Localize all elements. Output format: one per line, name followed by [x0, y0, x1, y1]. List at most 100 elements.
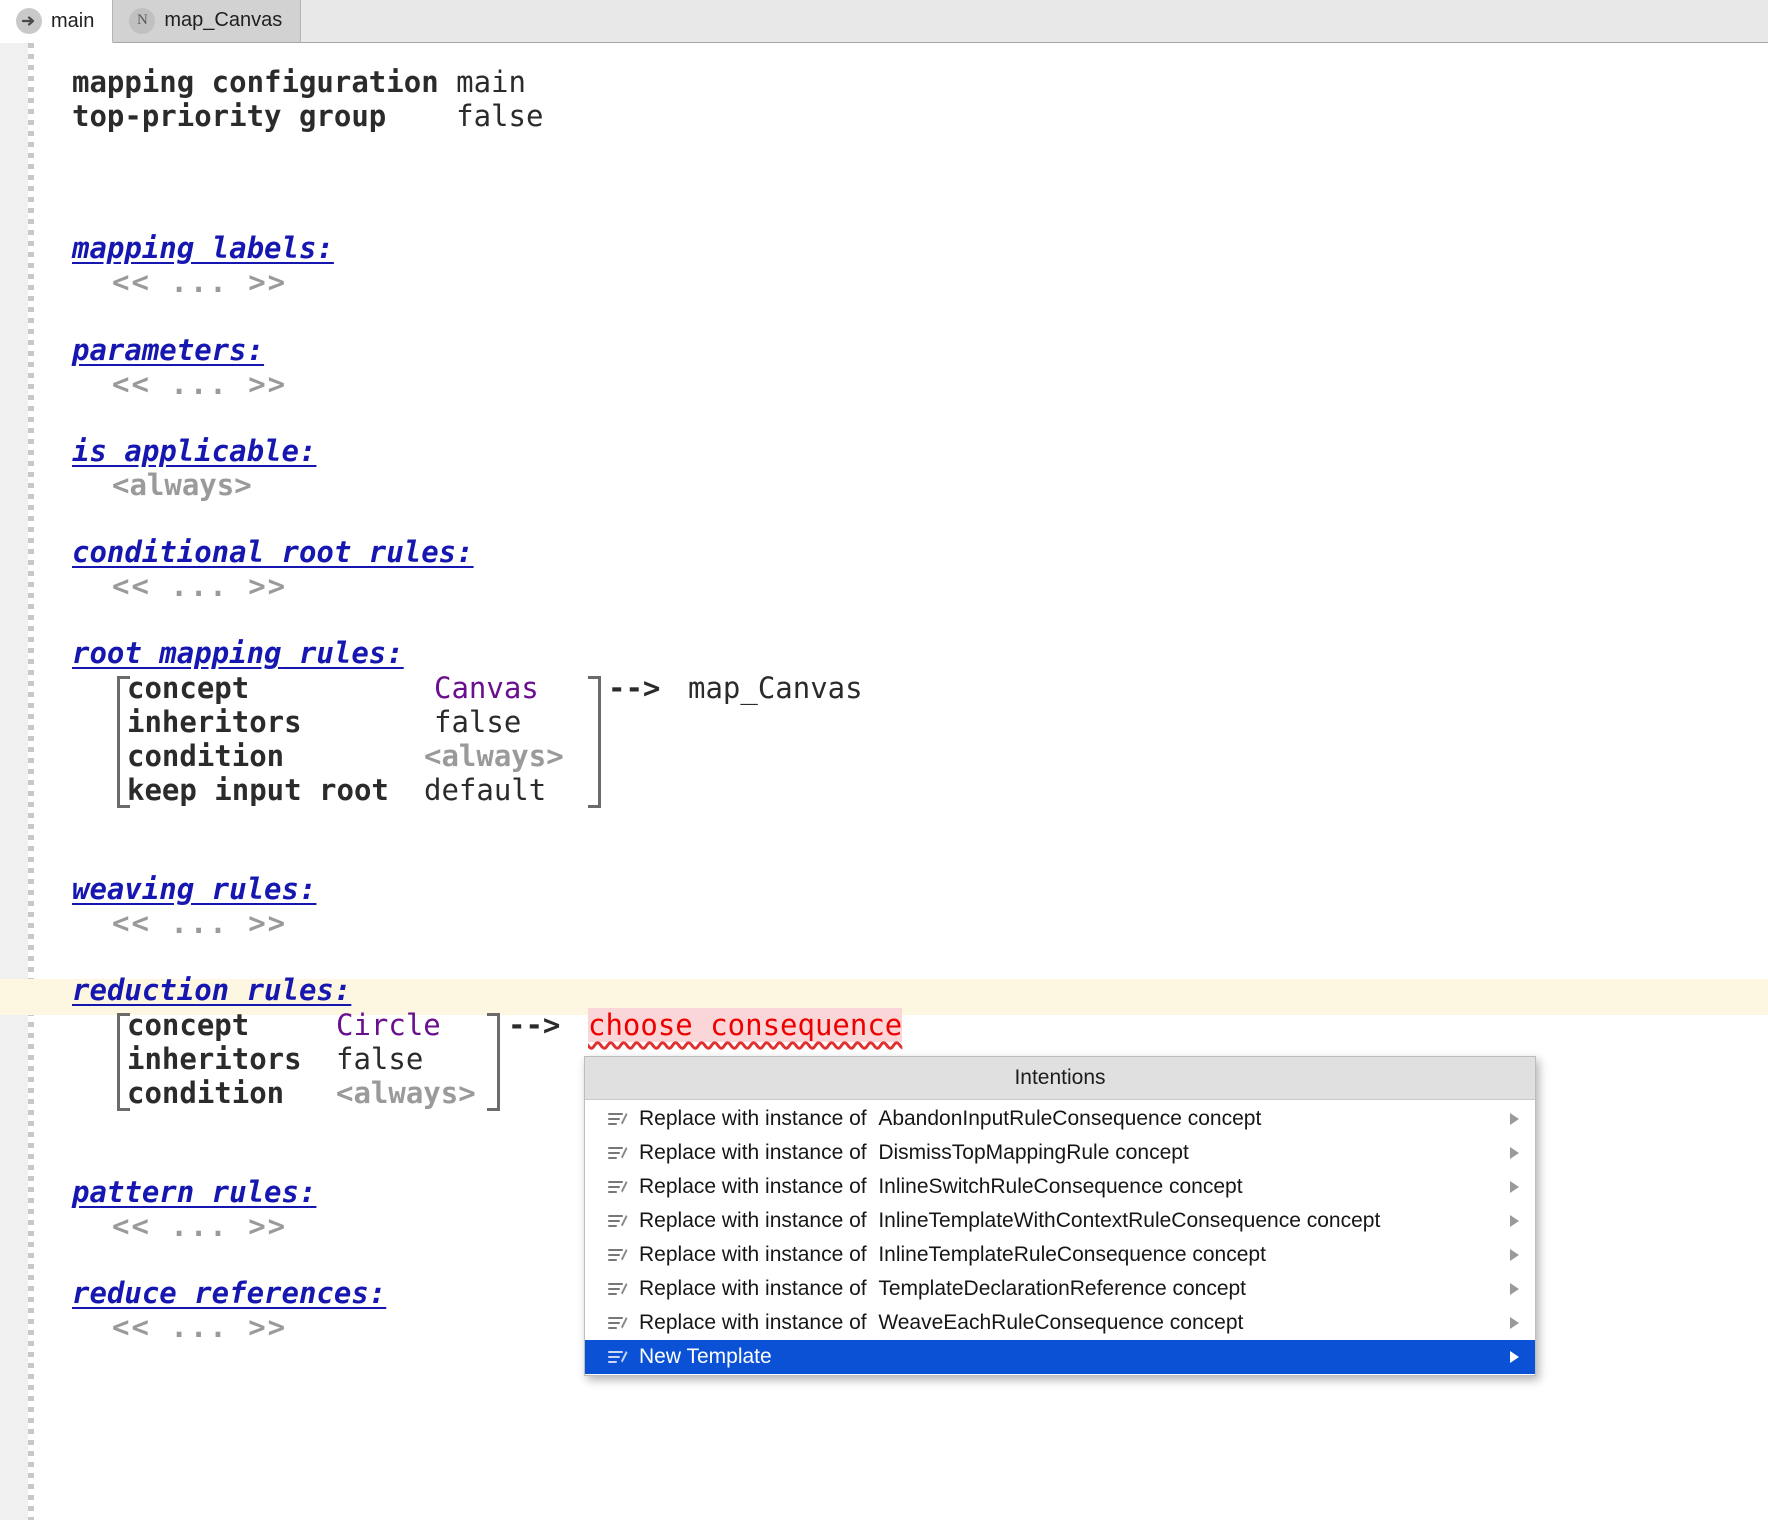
parameters-placeholder[interactable]: << ... >> — [112, 367, 287, 401]
intentions-menu-item-name: InlineTemplateRuleConsequence concept — [878, 1243, 1266, 1266]
intentions-menu-item-prefix: Replace with instance of — [639, 1243, 867, 1266]
root-rule-inheritors-key: inheritors — [127, 705, 302, 739]
root-rule-keep-input-root-key: keep input root — [127, 773, 389, 807]
intentions-popup[interactable]: Intentions Replace with instance of Aban… — [584, 1056, 1536, 1376]
intention-bulb-icon — [607, 1279, 628, 1300]
intentions-menu-item-label: Replace with instance of InlineTemplateR… — [639, 1243, 1494, 1267]
top-priority-group-value[interactable]: false — [456, 99, 543, 133]
intention-bulb-icon — [607, 1245, 628, 1266]
line-top-priority-group: top-priority group false — [72, 99, 543, 133]
section-parameters[interactable]: parameters: — [72, 333, 264, 367]
reduction-rule-condition-row: condition — [127, 1076, 284, 1110]
submenu-chevron-right-icon[interactable] — [1505, 1313, 1525, 1333]
intentions-menu-item-label: Replace with instance of AbandonInputRul… — [639, 1107, 1494, 1131]
root-rule-keep-input-root-row: keep input root — [127, 773, 389, 807]
submenu-chevron-right-icon[interactable] — [1505, 1279, 1525, 1299]
intention-bulb-icon — [607, 1313, 628, 1334]
reduction-rule-concept-key: concept — [127, 1008, 249, 1042]
root-rule-arrow: --> — [608, 671, 660, 705]
submenu-chevron-right-icon[interactable] — [1505, 1177, 1525, 1197]
reduction-rule-concept-value[interactable]: Circle — [336, 1008, 441, 1042]
intentions-menu-item[interactable]: Replace with instance of DismissTopMappi… — [585, 1136, 1535, 1170]
root-rule-condition-key: condition — [127, 739, 284, 773]
submenu-chevron-right-icon[interactable] — [1505, 1347, 1525, 1367]
intentions-popup-title: Intentions — [585, 1057, 1535, 1100]
intentions-menu-item-prefix: Replace with instance of — [639, 1277, 867, 1300]
reduction-rule-right-bracket — [487, 1013, 500, 1111]
root-rule-condition-row: condition — [127, 739, 284, 773]
intentions-menu-item-label: Replace with instance of WeaveEachRuleCo… — [639, 1311, 1494, 1335]
editor-tab-bar: main N map_Canvas — [0, 0, 1768, 43]
is-applicable-value[interactable]: <always> — [112, 468, 252, 502]
conditional-root-rules-placeholder[interactable]: << ... >> — [112, 569, 287, 603]
section-conditional-root-rules[interactable]: conditional root rules: — [72, 535, 474, 569]
reduction-rule-condition-value[interactable]: <always> — [336, 1076, 476, 1110]
arrow-right-circle-icon — [16, 8, 42, 34]
intentions-menu-item[interactable]: Replace with instance of TemplateDeclara… — [585, 1272, 1535, 1306]
tab-main[interactable]: main — [0, 0, 113, 43]
top-priority-group-key: top-priority group — [72, 99, 386, 133]
intentions-menu-item-label: New Template — [639, 1345, 1494, 1369]
tab-bar-filler — [301, 0, 1768, 42]
section-root-mapping-rules[interactable]: root mapping rules: — [72, 636, 404, 670]
intentions-menu-item[interactable]: Replace with instance of AbandonInputRul… — [585, 1102, 1535, 1136]
section-pattern-rules[interactable]: pattern rules: — [72, 1175, 316, 1209]
intention-bulb-icon — [607, 1177, 628, 1198]
root-rule-concept-row: concept — [127, 671, 249, 705]
submenu-chevron-right-icon[interactable] — [1505, 1109, 1525, 1129]
intentions-menu-item-name: DismissTopMappingRule concept — [878, 1141, 1188, 1164]
intentions-menu-item-prefix: Replace with instance of — [639, 1311, 867, 1334]
section-mapping-labels[interactable]: mapping labels: — [72, 231, 334, 265]
intentions-menu-item-name: InlineTemplateWithContextRuleConsequence… — [878, 1209, 1380, 1232]
intentions-menu-item-label: Replace with instance of InlineSwitchRul… — [639, 1175, 1494, 1199]
intentions-menu-item[interactable]: Replace with instance of WeaveEachRuleCo… — [585, 1306, 1535, 1340]
submenu-chevron-right-icon[interactable] — [1505, 1143, 1525, 1163]
section-is-applicable[interactable]: is applicable: — [72, 434, 316, 468]
reduction-rule-condition-key: condition — [127, 1076, 284, 1110]
reduce-references-placeholder[interactable]: << ... >> — [112, 1310, 287, 1344]
submenu-chevron-right-icon[interactable] — [1505, 1211, 1525, 1231]
intentions-menu-item-label: Replace with instance of TemplateDeclara… — [639, 1277, 1494, 1301]
reduction-rule-inheritors-key: inheritors — [127, 1042, 302, 1076]
intentions-menu-item-prefix: Replace with instance of — [639, 1107, 867, 1130]
root-rule-right-bracket — [588, 676, 601, 808]
mapping-labels-placeholder[interactable]: << ... >> — [112, 265, 287, 299]
intention-bulb-icon — [607, 1143, 628, 1164]
reduction-rule-inheritors-value[interactable]: false — [336, 1042, 423, 1076]
intentions-menu-item-name: TemplateDeclarationReference concept — [878, 1277, 1246, 1300]
root-rule-keep-input-root-value[interactable]: default — [424, 773, 546, 807]
submenu-chevron-right-icon[interactable] — [1505, 1245, 1525, 1265]
weaving-rules-placeholder[interactable]: << ... >> — [112, 906, 287, 940]
section-reduce-references[interactable]: reduce references: — [72, 1276, 386, 1310]
root-rule-condition-value[interactable]: <always> — [424, 739, 564, 773]
intentions-menu-item[interactable]: Replace with instance of InlineSwitchRul… — [585, 1170, 1535, 1204]
intentions-menu-item-prefix: Replace with instance of — [639, 1141, 867, 1164]
intentions-menu-item[interactable]: Replace with instance of InlineTemplateW… — [585, 1204, 1535, 1238]
root-rule-inheritors-row: inheritors — [127, 705, 302, 739]
intentions-menu-item-name: InlineSwitchRuleConsequence concept — [878, 1175, 1242, 1198]
section-weaving-rules[interactable]: weaving rules: — [72, 872, 316, 906]
section-reduction-rules[interactable]: reduction rules: — [72, 973, 351, 1007]
intentions-menu-item-new-template[interactable]: New Template — [585, 1340, 1535, 1374]
node-n-glyph: N — [137, 13, 148, 28]
intentions-menu-item-name: AbandonInputRuleConsequence concept — [878, 1107, 1261, 1130]
code-editor[interactable]: mapping configuration main top-priority … — [0, 43, 1768, 1520]
tab-map-canvas[interactable]: N map_Canvas — [113, 0, 301, 42]
intentions-menu-item[interactable]: Replace with instance of InlineTemplateR… — [585, 1238, 1535, 1272]
reduction-rule-inheritors-row: inheritors — [127, 1042, 302, 1076]
line-mapping-configuration: mapping configuration main — [72, 65, 526, 99]
mapping-configuration-key: mapping configuration — [72, 65, 439, 99]
intention-bulb-icon — [607, 1109, 628, 1130]
root-rule-target[interactable]: map_Canvas — [688, 671, 863, 705]
intentions-menu-item-name: WeaveEachRuleConsequence concept — [878, 1311, 1243, 1334]
root-rule-inheritors-value[interactable]: false — [434, 705, 521, 739]
root-rule-concept-value[interactable]: Canvas — [434, 671, 539, 705]
reduction-rule-concept-row: concept — [127, 1008, 249, 1042]
mapping-configuration-value[interactable]: main — [456, 65, 526, 99]
tab-map-canvas-label: map_Canvas — [164, 9, 282, 32]
pattern-rules-placeholder[interactable]: << ... >> — [112, 1209, 287, 1243]
reduction-rule-error-placeholder[interactable]: choose consequence — [588, 1008, 902, 1042]
intentions-menu-list[interactable]: Replace with instance of AbandonInputRul… — [585, 1100, 1535, 1375]
tab-main-label: main — [51, 10, 94, 33]
root-rule-concept-key: concept — [127, 671, 249, 705]
